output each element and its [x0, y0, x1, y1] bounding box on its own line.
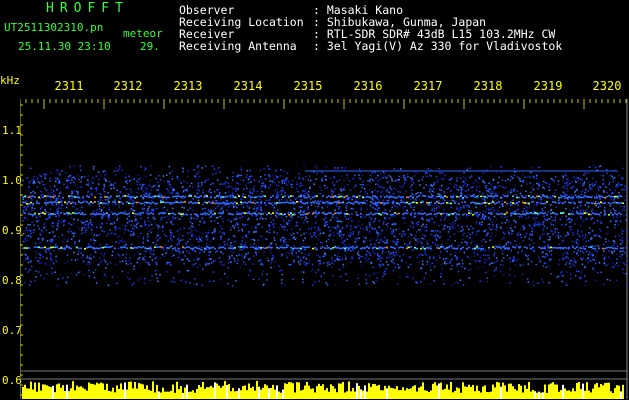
signal-level-strip — [22, 381, 624, 399]
y-tick-label: 0.6 — [2, 374, 22, 387]
detection-tag: meteor — [123, 27, 163, 40]
x-tick-label: 2312 — [113, 79, 143, 93]
spectrogram-plot — [20, 99, 628, 399]
antenna-value: : 3el Yagi(V) Az 330 for Vladivostok — [313, 39, 563, 53]
y-tick-label: 0.7 — [2, 324, 22, 337]
spectrogram-panel — [20, 99, 628, 399]
app-logo: HROFFT — [46, 1, 129, 16]
x-tick-label: 2316 — [353, 79, 383, 93]
antenna-label: Receiving Antenna — [179, 39, 297, 53]
y-tick-label: 1.1 — [2, 124, 22, 137]
signal-noise-field — [22, 165, 628, 287]
frequency-unit-label: kHz — [0, 74, 20, 87]
y-tick-label: 0.8 — [2, 274, 22, 287]
meteor-count: 29. — [140, 40, 160, 53]
timestamp: 25.11.30 23:10 — [18, 40, 111, 53]
x-tick-label: 2320 — [592, 79, 622, 93]
x-tick-label: 2315 — [293, 79, 323, 93]
x-tick-label: 2311 — [54, 79, 84, 93]
x-tick-label: 2317 — [413, 79, 443, 93]
tick-marks — [20, 99, 628, 399]
x-tick-label: 2318 — [473, 79, 503, 93]
signal-bands — [22, 170, 624, 250]
x-tick-label: 2319 — [533, 79, 563, 93]
x-tick-label: 2313 — [173, 79, 203, 93]
y-tick-label: 0.9 — [2, 224, 22, 237]
file-name: UT2511302310.pn — [4, 21, 104, 34]
y-tick-label: 1.0 — [2, 174, 22, 187]
x-tick-label: 2314 — [233, 79, 263, 93]
hrofft-screen: HROFFT UT2511302310.pn meteor 25.11.30 2… — [0, 0, 629, 400]
